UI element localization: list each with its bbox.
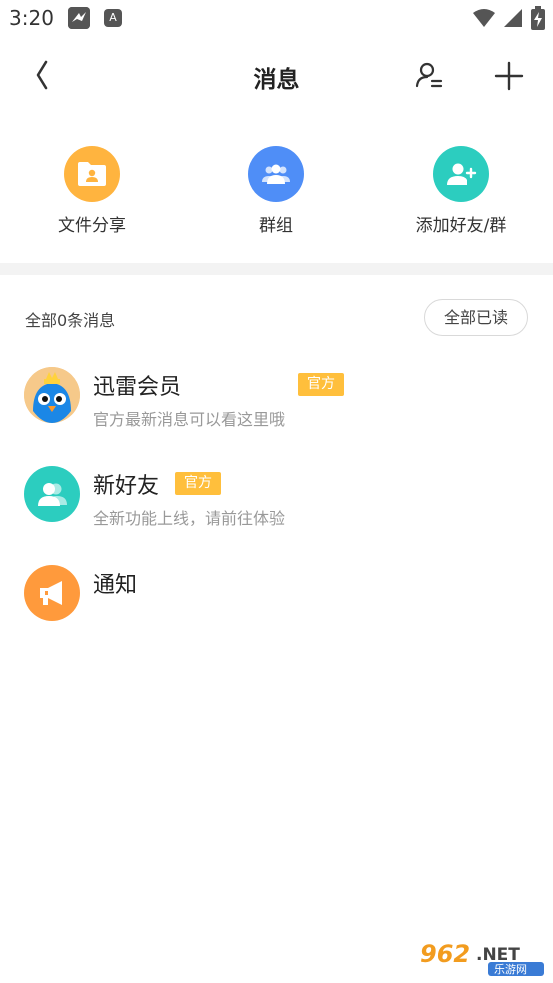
header: 消息 [0, 48, 553, 102]
shortcut-label: 添加好友/群 [415, 216, 507, 236]
notice-avatar [24, 565, 80, 621]
new-friend-icon [38, 483, 67, 506]
battery-icon [531, 6, 545, 30]
page-title: 消息 [253, 67, 300, 93]
status-icons [473, 6, 545, 30]
file-share-circle [64, 146, 120, 202]
message-subtitle: 全新功能上线，请前往体验 [93, 509, 286, 528]
shortcut-group[interactable]: 群组 [196, 140, 356, 236]
group-icon [262, 164, 290, 184]
megaphone-icon [40, 581, 62, 605]
new-friend-avatar [24, 466, 80, 522]
wifi-icon [473, 9, 495, 27]
watermark-logo: 962 .NET 乐游网 [414, 936, 548, 978]
status-bar: 3:20 A [0, 0, 553, 38]
svg-text:962: 962 [420, 940, 470, 968]
message-count: 全部0条消息 [25, 311, 116, 330]
add-button[interactable] [490, 56, 528, 94]
message-title: 迅雷会员 [93, 375, 182, 400]
user-list-icon [415, 62, 443, 88]
add-friend-circle [433, 146, 489, 202]
signal-icon [504, 9, 522, 27]
shortcut-row: 文件分享 群组 添加好友/群 [0, 140, 553, 250]
section-divider [0, 263, 553, 275]
svg-text:乐游网: 乐游网 [494, 963, 527, 976]
message-item-vip[interactable]: 迅雷会员 官方 官方最新消息可以看这里哦 [0, 367, 553, 447]
group-circle [248, 146, 304, 202]
mark-all-read-button[interactable]: 全部已读 [424, 299, 528, 336]
message-subtitle: 官方最新消息可以看这里哦 [93, 410, 286, 429]
folder-user-icon [78, 162, 106, 186]
shortcut-label: 文件分享 [58, 216, 126, 236]
message-item-notice[interactable]: 通知 [0, 565, 553, 645]
contacts-button[interactable] [410, 56, 448, 94]
message-title: 新好友 [93, 474, 160, 499]
a-app-icon: A [104, 9, 122, 27]
shortcut-add-friend[interactable]: 添加好友/群 [381, 140, 541, 236]
add-user-icon [447, 163, 477, 185]
official-badge: 官方 [298, 373, 344, 396]
message-item-new-friend[interactable]: 新好友 官方 全新功能上线，请前往体验 [0, 466, 553, 546]
shortcut-file-share[interactable]: 文件分享 [12, 140, 172, 236]
official-badge: 官方 [175, 472, 221, 495]
shortcut-label: 群组 [259, 216, 293, 236]
message-title: 通知 [93, 573, 138, 598]
bird-app-icon [68, 7, 90, 29]
status-time: 3:20 [9, 6, 54, 30]
plus-icon [494, 61, 524, 91]
bird-mascot-avatar [24, 367, 80, 423]
